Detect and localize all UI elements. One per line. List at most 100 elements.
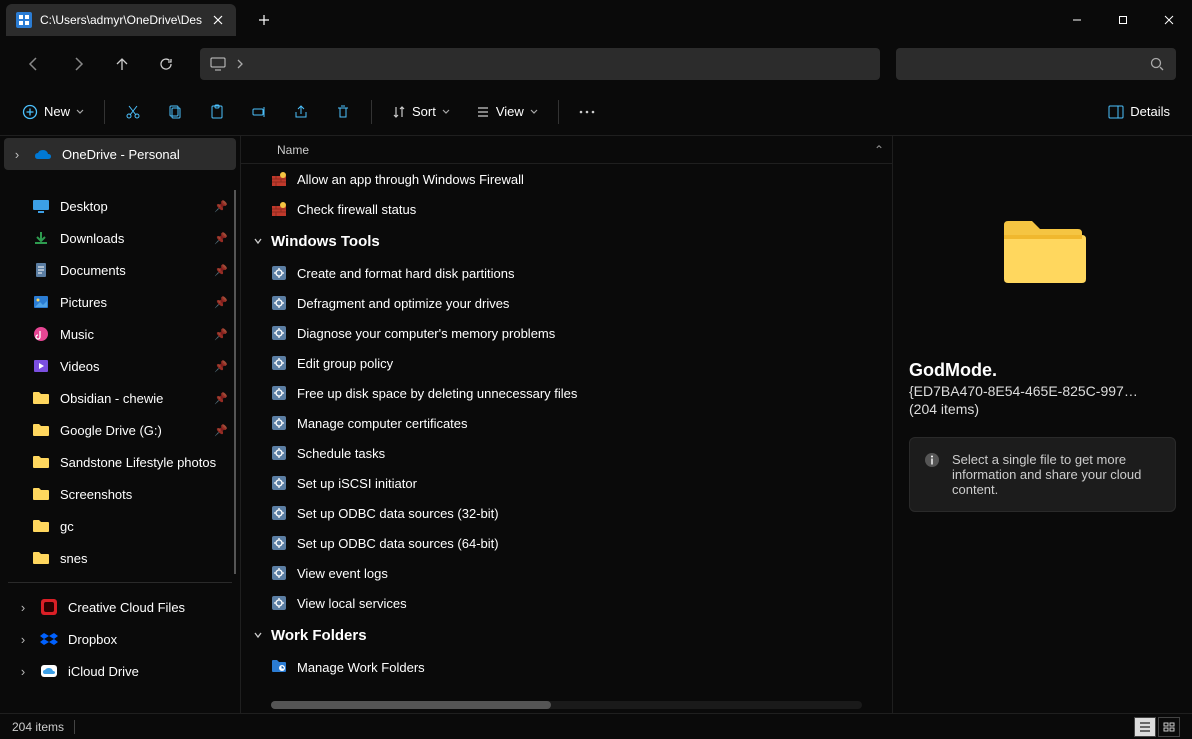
list-item[interactable]: Edit group policy <box>241 348 892 378</box>
tool-icon <box>271 505 287 521</box>
view-button[interactable]: View <box>466 94 548 130</box>
address-bar[interactable] <box>200 48 880 80</box>
column-header-name[interactable]: Name ⌃ <box>241 136 892 164</box>
horizontal-scrollbar[interactable] <box>271 701 862 709</box>
sidebar-item-sandstone-lifestyle-photos[interactable]: Sandstone Lifestyle photos <box>4 446 236 478</box>
group-header[interactable]: Work Folders <box>241 618 892 652</box>
ellipsis-icon <box>579 110 595 114</box>
list-item[interactable]: Defragment and optimize your drives <box>241 288 892 318</box>
chevron-right-icon[interactable]: › <box>16 664 30 679</box>
share-button[interactable] <box>283 94 319 130</box>
list-item-label: Manage Work Folders <box>297 660 425 675</box>
delete-button[interactable] <box>325 94 361 130</box>
details-view-toggle[interactable] <box>1134 717 1156 737</box>
new-button[interactable]: New <box>12 94 94 130</box>
list-item[interactable]: Free up disk space by deleting unnecessa… <box>241 378 892 408</box>
sidebar-item-label: gc <box>60 519 74 534</box>
search-icon <box>1150 57 1164 71</box>
details-title: GodMode. <box>909 360 1176 381</box>
tab-close-button[interactable] <box>210 12 226 28</box>
list-item[interactable]: View local services <box>241 588 892 618</box>
list-item[interactable]: Set up iSCSI initiator <box>241 468 892 498</box>
music-icon <box>32 325 50 343</box>
sort-button[interactable]: Sort <box>382 94 460 130</box>
list-item-label: Manage computer certificates <box>297 416 468 431</box>
sidebar-item-snes[interactable]: snes <box>4 542 236 574</box>
sidebar-item-videos[interactable]: Videos📌 <box>4 350 236 382</box>
plus-circle-icon <box>22 104 38 120</box>
paste-button[interactable] <box>199 94 235 130</box>
rename-button[interactable] <box>241 94 277 130</box>
sidebar-item-icloud-drive[interactable]: ›iCloud Drive <box>4 655 236 687</box>
close-window-button[interactable] <box>1146 0 1192 40</box>
minimize-button[interactable] <box>1054 0 1100 40</box>
back-button[interactable] <box>16 46 52 82</box>
sidebar-item-music[interactable]: Music📌 <box>4 318 236 350</box>
list-item[interactable]: Check firewall status <box>241 194 892 224</box>
list-item[interactable]: Manage computer certificates <box>241 408 892 438</box>
chevron-down-icon <box>442 108 450 116</box>
sidebar-item-screenshots[interactable]: Screenshots <box>4 478 236 510</box>
view-icon <box>476 105 490 119</box>
list-item[interactable]: Schedule tasks <box>241 438 892 468</box>
pin-icon: 📌 <box>214 264 228 277</box>
sidebar-item-pictures[interactable]: Pictures📌 <box>4 286 236 318</box>
breadcrumb-chevron-icon[interactable] <box>236 59 244 69</box>
share-icon <box>293 104 309 120</box>
list-item[interactable]: Create and format hard disk partitions <box>241 258 892 288</box>
item-list[interactable]: Allow an app through Windows Firewall Che… <box>241 164 892 701</box>
list-item[interactable]: Allow an app through Windows Firewall <box>241 164 892 194</box>
thumbnails-view-toggle[interactable] <box>1158 717 1180 737</box>
details-pane-button[interactable]: Details <box>1098 94 1180 130</box>
details-guid: {ED7BA470-8E54-465E-825C-997… <box>909 383 1176 399</box>
list-item[interactable]: View event logs <box>241 558 892 588</box>
group-name: Windows Tools <box>271 233 380 250</box>
document-icon <box>32 261 50 279</box>
list-item[interactable]: Set up ODBC data sources (32-bit) <box>241 498 892 528</box>
chevron-right-icon[interactable]: › <box>10 147 24 162</box>
list-item-label: Edit group policy <box>297 356 393 371</box>
scrollbar-thumb[interactable] <box>271 701 551 709</box>
sidebar-item-creative-cloud-files[interactable]: ›Creative Cloud Files <box>4 591 236 623</box>
pin-icon: 📌 <box>214 200 228 213</box>
sidebar-item-google-drive-g-[interactable]: Google Drive (G:)📌 <box>4 414 236 446</box>
new-tab-button[interactable] <box>248 4 280 36</box>
onedrive-icon <box>34 145 52 163</box>
view-label: View <box>496 104 524 119</box>
maximize-button[interactable] <box>1100 0 1146 40</box>
sidebar-item-dropbox[interactable]: ›Dropbox <box>4 623 236 655</box>
group-header[interactable]: Windows Tools <box>241 224 892 258</box>
list-item[interactable]: Diagnose your computer's memory problems <box>241 318 892 348</box>
search-bar[interactable] <box>896 48 1176 80</box>
sidebar-item-downloads[interactable]: Downloads📌 <box>4 222 236 254</box>
forward-button[interactable] <box>60 46 96 82</box>
rename-icon <box>251 104 267 120</box>
sidebar-item-documents[interactable]: Documents📌 <box>4 254 236 286</box>
window-tab[interactable]: C:\Users\admyr\OneDrive\Des <box>6 4 236 36</box>
sidebar-item-label: Videos <box>60 359 100 374</box>
up-button[interactable] <box>104 46 140 82</box>
main-area: › OneDrive - Personal Desktop📌Downloads📌… <box>0 136 1192 713</box>
sidebar-item-obsidian-chewie[interactable]: Obsidian - chewie📌 <box>4 382 236 414</box>
details-info-text: Select a single file to get more informa… <box>952 452 1161 497</box>
sidebar-item-label: Screenshots <box>60 487 132 502</box>
download-icon <box>32 229 50 247</box>
sidebar-onedrive[interactable]: › OneDrive - Personal <box>4 138 236 170</box>
copy-button[interactable] <box>157 94 193 130</box>
firewall-icon <box>271 171 287 187</box>
separator <box>558 100 559 124</box>
list-item[interactable]: Set up ODBC data sources (64-bit) <box>241 528 892 558</box>
sidebar-item-gc[interactable]: gc <box>4 510 236 542</box>
chevron-down-icon <box>76 108 84 116</box>
sidebar-item-desktop[interactable]: Desktop📌 <box>4 190 236 222</box>
more-button[interactable] <box>569 94 605 130</box>
workfolder-icon <box>271 659 287 675</box>
chevron-right-icon[interactable]: › <box>16 600 30 615</box>
list-item[interactable]: Manage Work Folders <box>241 652 892 682</box>
sidebar-item-label: Obsidian - chewie <box>60 391 163 406</box>
list-item-label: Allow an app through Windows Firewall <box>297 172 524 187</box>
cut-button[interactable] <box>115 94 151 130</box>
video-icon <box>32 357 50 375</box>
refresh-button[interactable] <box>148 46 184 82</box>
chevron-right-icon[interactable]: › <box>16 632 30 647</box>
